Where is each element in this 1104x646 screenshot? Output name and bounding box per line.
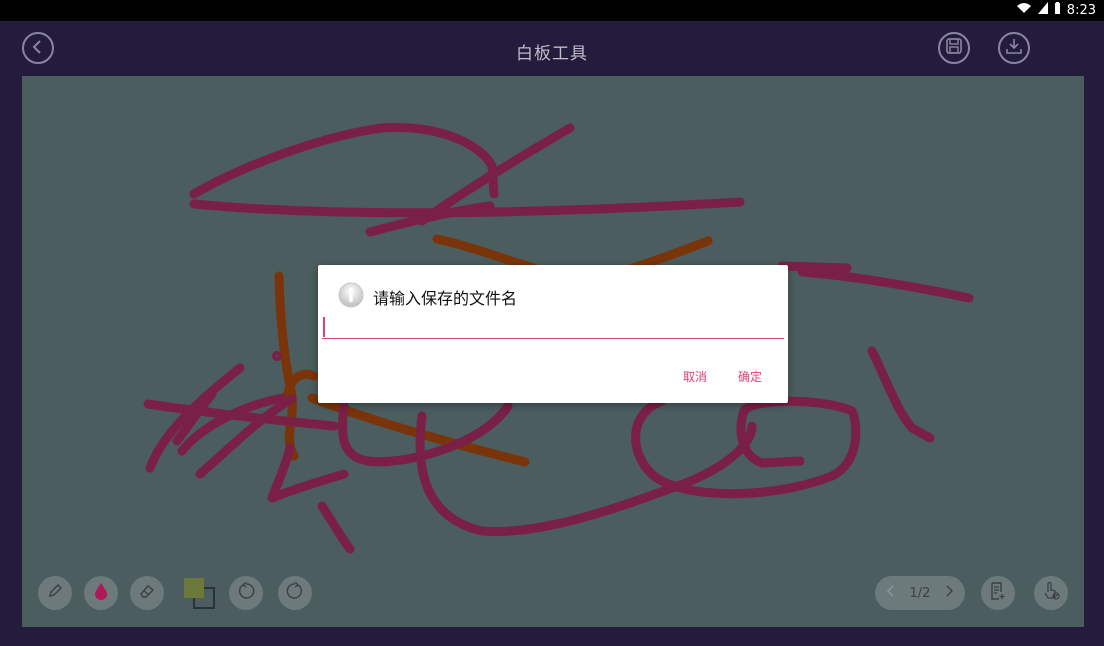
dialog-header: 请输入保存的文件名 xyxy=(338,282,517,312)
filename-input[interactable] xyxy=(322,315,784,339)
dialog-overlay: 请输入保存的文件名 取消 确定 xyxy=(0,0,1104,646)
text-cursor xyxy=(323,317,325,337)
save-filename-dialog: 请输入保存的文件名 取消 确定 xyxy=(318,265,788,403)
info-icon xyxy=(338,282,364,312)
confirm-button[interactable]: 确定 xyxy=(738,368,762,385)
dialog-title: 请输入保存的文件名 xyxy=(373,289,518,308)
cancel-button[interactable]: 取消 xyxy=(683,368,707,385)
